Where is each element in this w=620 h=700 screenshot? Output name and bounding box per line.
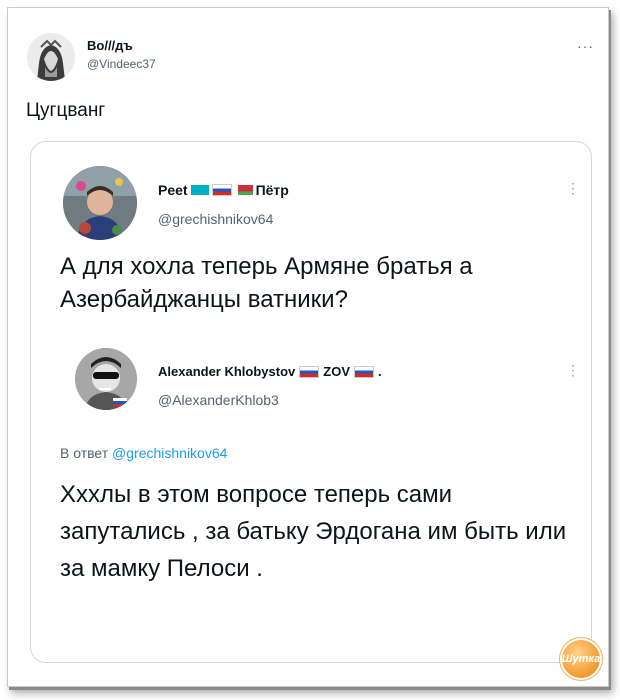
- tweet-text: Цугцванг: [26, 100, 106, 121]
- quoted-author-handle[interactable]: @grechishnikov64: [158, 211, 273, 227]
- watermark-logo: Шутка: [562, 640, 600, 678]
- reply-tweet-text: Хххлы в этом вопросе теперь сами запутал…: [60, 481, 567, 582]
- quoted-tweet-text: А для хохла теперь Армяне братья а Азерб…: [60, 253, 473, 313]
- russia-flag-icon: [354, 365, 374, 378]
- author-avatar[interactable]: [27, 33, 75, 81]
- quoted-author-name-part2: Пётр: [255, 182, 289, 198]
- quoted-author-name-part1: Peet: [158, 182, 188, 198]
- reply-author-name-part1: Alexander Khlobystov: [158, 364, 296, 379]
- more-vertical-icon[interactable]: ⋮: [566, 362, 580, 379]
- reply-author-name[interactable]: Alexander Khlobystov ZOV .: [158, 364, 382, 379]
- author-name[interactable]: Во///дъ: [87, 38, 133, 53]
- reply-prefix: В ответ: [60, 445, 109, 461]
- belarus-flag-icon: [234, 185, 253, 195]
- reply-author-handle[interactable]: @AlexanderKhlob3: [158, 392, 279, 408]
- more-vertical-icon[interactable]: ⋮: [566, 180, 580, 197]
- russia-flag-icon: [211, 184, 232, 196]
- quoted-author-avatar[interactable]: [63, 166, 137, 240]
- avatar-image: [63, 166, 137, 240]
- reply-author-name-part2: ZOV: [323, 364, 350, 379]
- reply-to-handle-link[interactable]: @grechishnikov64: [112, 445, 227, 461]
- watermark-text: Шутка: [561, 653, 601, 665]
- reply-author-avatar[interactable]: [75, 348, 137, 410]
- kazakhstan-flag-icon: [190, 185, 209, 195]
- author-handle[interactable]: @Vindeec37: [87, 57, 156, 71]
- russia-flag-icon: [299, 365, 320, 378]
- reply-author-name-part3: .: [378, 364, 382, 379]
- avatar-image: [75, 348, 137, 410]
- more-horizontal-icon[interactable]: ···: [577, 38, 594, 54]
- avatar-image: [27, 33, 75, 81]
- replying-to-line: В ответ @grechishnikov64: [60, 445, 227, 461]
- quoted-author-name[interactable]: Peet Пётр: [158, 182, 289, 198]
